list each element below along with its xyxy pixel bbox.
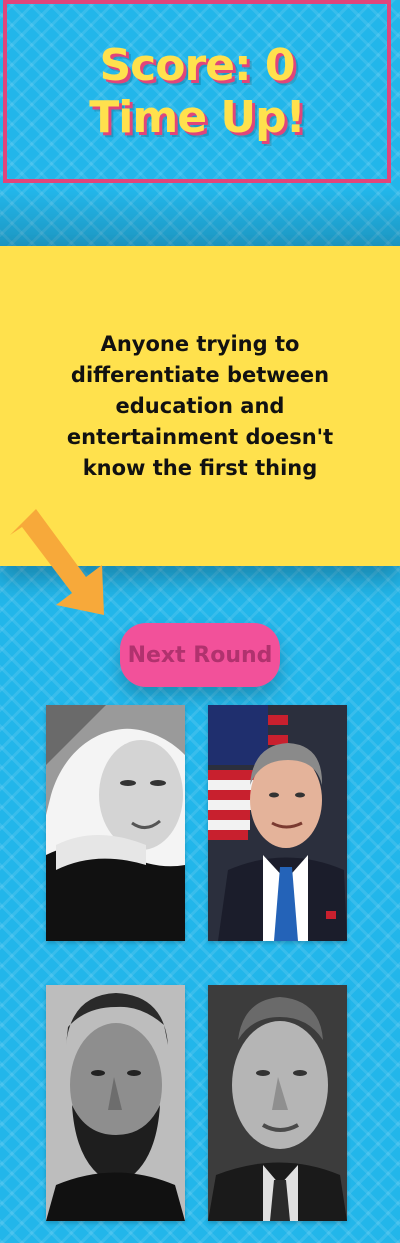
- quote-text: Anyone trying to differentiate between e…: [66, 331, 334, 480]
- time-up-text: Time Up!: [89, 91, 305, 143]
- portrait-card-3[interactable]: [46, 985, 185, 1221]
- portrait-elderly-man-icon: [208, 985, 347, 1221]
- portrait-bearded-man-icon: [46, 985, 185, 1221]
- portrait-woman-icon: [46, 705, 185, 941]
- arrow-pointer-icon: [10, 509, 104, 615]
- portrait-card-4[interactable]: [208, 985, 347, 1221]
- score-panel: Score: 0 Time Up!: [3, 0, 391, 183]
- score-text: Score: 0: [99, 39, 295, 91]
- next-round-button[interactable]: Next Round: [120, 623, 280, 687]
- portrait-card-1[interactable]: [46, 705, 185, 941]
- portrait-man-flag-icon: [208, 705, 347, 941]
- portrait-card-2[interactable]: [208, 705, 347, 941]
- divider-shadow: [0, 190, 400, 248]
